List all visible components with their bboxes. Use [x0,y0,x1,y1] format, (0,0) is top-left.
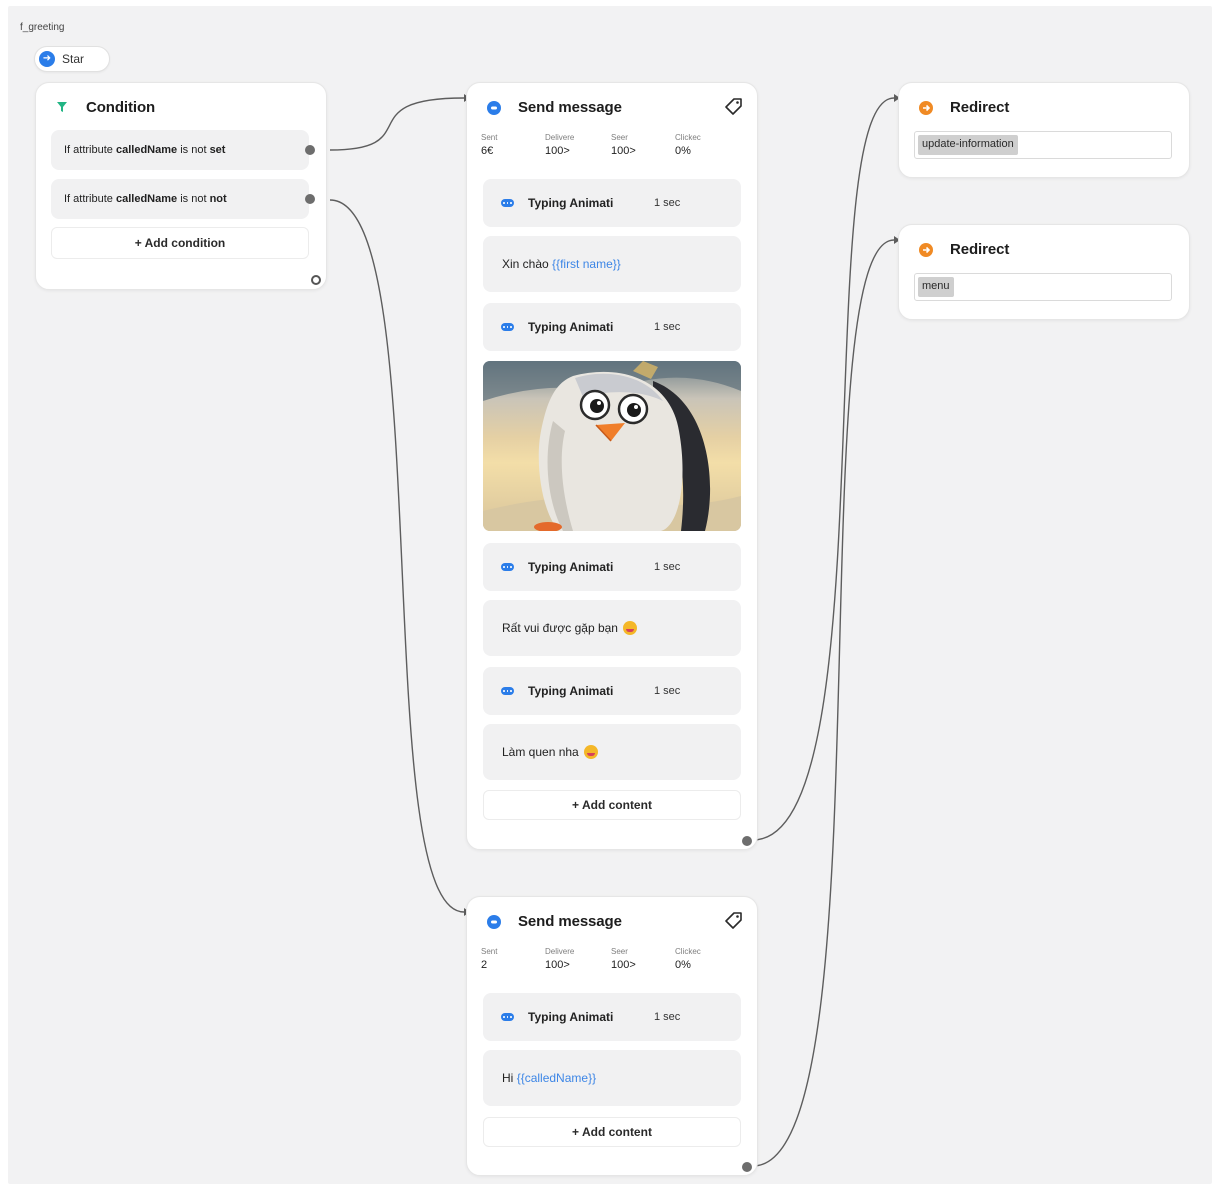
filter-icon [56,101,68,113]
send-message-title: Send message [518,99,622,116]
smiling-emoji-icon [583,745,598,759]
flow-canvas[interactable]: f_greeting ➜ Star Condition If attribute… [8,6,1212,1184]
condition-value: set [209,144,226,156]
flow-name-label: f_greeting [20,22,65,33]
edge-send1-to-redirect1 [752,97,895,841]
text-message-block[interactable]: Hi {{calledName}} [483,1050,741,1106]
stat-seen: Seer 100> [611,133,636,157]
start-icon: ➜ [39,51,55,67]
typing-animation-block[interactable]: Typing Animati 1 sec [483,543,741,591]
condition-node[interactable]: Condition If attribute calledName is not… [35,82,327,290]
message-icon [487,915,501,929]
condition-prefix: If attribute [64,193,113,205]
typing-icon [501,323,514,331]
variable-token: {{first name}} [552,257,621,271]
condition-row[interactable]: If attribute calledName is not not [51,179,309,219]
send-message-node[interactable]: Send message Sent 2 Delivere 100> Seer 100>… [466,896,758,1176]
stat-sent: Sent 6€ [481,133,498,157]
typing-duration: 1 sec [654,561,681,573]
grinning-emoji-icon [622,621,637,635]
message-text: Làm quen nha [502,745,579,759]
message-icon [487,101,501,115]
stat-clicked: Clickec 0% [675,133,701,157]
redirect-icon [919,101,933,115]
edge-condition-not-to-send2 [329,199,465,913]
message-text: Hi [502,1071,514,1085]
condition-row[interactable]: If attribute calledName is not set [51,130,309,170]
redirect-icon [919,243,933,257]
variable-token: {{calledName}} [516,1071,597,1085]
typing-label: Typing Animati [528,560,614,574]
condition-output-port[interactable] [305,145,315,155]
stat-seen: Seer 100> [611,947,636,971]
redirect-title: Redirect [950,241,1010,258]
redirect-title: Redirect [950,99,1010,116]
text-message-block[interactable]: Xin chào {{first name}} [483,236,741,292]
send-message-output-port[interactable] [742,836,752,846]
tag-icon[interactable] [725,97,743,120]
condition-operator: is not [180,193,207,205]
text-message-block[interactable]: Làm quen nha [483,724,741,780]
message-text: Xin chào [502,257,549,271]
typing-duration: 1 sec [654,321,681,333]
message-stats: Sent 2 Delivere 100> Seer 100> Clickec 0% [481,947,721,977]
typing-animation-block[interactable]: Typing Animati 1 sec [483,179,741,227]
typing-label: Typing Animati [528,196,614,210]
start-label: Star [62,52,85,66]
condition-attribute: calledName [115,193,178,205]
condition-fallback-port[interactable] [311,275,321,285]
condition-value: not [209,193,227,205]
redirect-target-chip[interactable]: update-information [918,135,1018,155]
edge-condition-set-to-send1 [329,97,465,151]
add-content-button[interactable]: + Add content [483,790,741,820]
typing-icon [501,1013,514,1021]
add-content-button[interactable]: + Add content [483,1117,741,1147]
typing-label: Typing Animati [528,684,614,698]
add-condition-button[interactable]: + Add condition [51,227,309,259]
stat-clicked: Clickec 0% [675,947,701,971]
condition-attribute: calledName [115,144,178,156]
typing-icon [501,199,514,207]
message-text: Rất vui được gặp bạn [502,621,618,635]
stat-delivered: Delivere 100> [545,133,575,157]
stat-sent: Sent 2 [481,947,498,971]
condition-operator: is not [180,144,207,156]
penguin-gif-image[interactable] [483,361,741,531]
condition-prefix: If attribute [64,144,113,156]
stat-delivered: Delivere 100> [545,947,575,971]
text-message-block[interactable]: Rất vui được gặp bạn [483,600,741,656]
typing-label: Typing Animati [528,1010,614,1024]
typing-label: Typing Animati [528,320,614,334]
send-message-output-port[interactable] [742,1162,752,1172]
send-message-node[interactable]: Send message Sent 6€ Delivere 100> Seer 100… [466,82,758,850]
redirect-target-field[interactable]: menu [914,273,1172,301]
send-message-title: Send message [518,913,622,930]
condition-title: Condition [86,99,156,116]
redirect-target-field[interactable]: update-information [914,131,1172,159]
message-stats: Sent 6€ Delivere 100> Seer 100> Clickec 0% [481,133,721,163]
redirect-target-chip[interactable]: menu [918,277,954,297]
typing-animation-block[interactable]: Typing Animati 1 sec [483,303,741,351]
start-node[interactable]: ➜ Star [34,46,110,72]
tag-icon[interactable] [725,911,743,934]
condition-output-port[interactable] [305,194,315,204]
typing-duration: 1 sec [654,685,681,697]
typing-animation-block[interactable]: Typing Animati 1 sec [483,993,741,1041]
typing-icon [501,563,514,571]
typing-icon [501,687,514,695]
edge-send2-to-redirect2 [752,239,895,1167]
typing-duration: 1 sec [654,1011,681,1023]
redirect-node[interactable]: Redirect menu [898,224,1190,320]
typing-animation-block[interactable]: Typing Animati 1 sec [483,667,741,715]
typing-duration: 1 sec [654,197,681,209]
redirect-node[interactable]: Redirect update-information [898,82,1190,178]
